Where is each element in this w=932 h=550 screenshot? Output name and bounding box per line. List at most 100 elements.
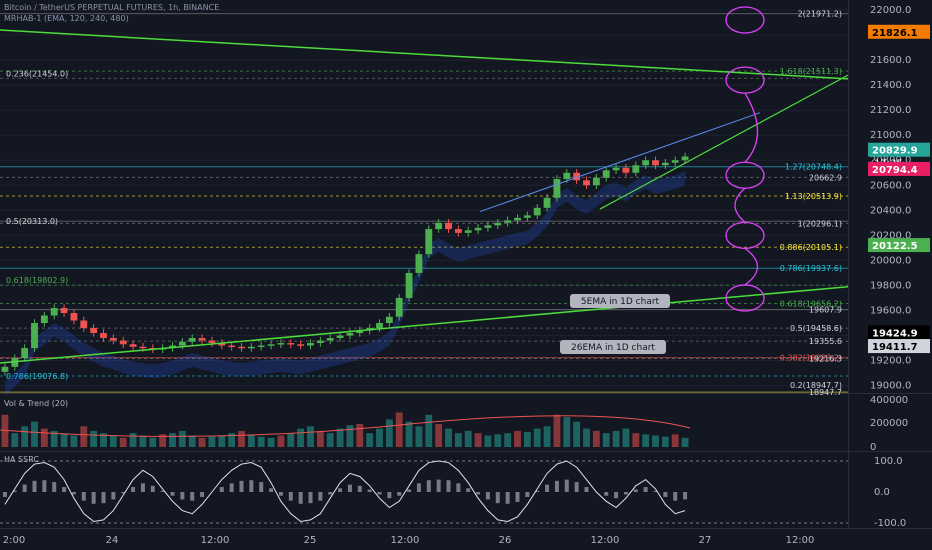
volume-bar xyxy=(533,428,541,447)
price-tick: 19600.0 xyxy=(870,305,911,316)
price-tick: 21000.0 xyxy=(870,130,911,141)
axis-divider xyxy=(848,0,849,528)
candle-body xyxy=(277,343,285,345)
osc-histogram-bar xyxy=(574,482,579,492)
candle-body xyxy=(109,338,117,341)
volume-bar xyxy=(573,421,581,447)
target-ellipse xyxy=(725,284,765,312)
fib-label-right: 19355.6 xyxy=(809,337,842,346)
volume-bar xyxy=(60,433,68,447)
candle-body xyxy=(642,160,650,166)
volume-bar xyxy=(642,434,650,447)
osc-histogram-bar xyxy=(269,488,274,492)
price-tick: 21600.0 xyxy=(870,55,911,66)
osc-histogram-bar xyxy=(663,492,668,497)
osc-histogram-bar xyxy=(308,492,313,504)
volume-bar xyxy=(208,436,216,447)
volume-tick: 200000 xyxy=(870,418,908,429)
time-tick: 12:00 xyxy=(201,535,230,546)
candle-body xyxy=(376,323,383,329)
volume-bar xyxy=(307,426,314,447)
volume-bar xyxy=(454,433,462,447)
candle-body xyxy=(514,217,521,221)
fib-label-right: 19216.3 xyxy=(809,355,842,364)
osc-histogram-bar xyxy=(328,492,333,495)
volume-bar xyxy=(70,435,78,447)
osc-histogram-bar xyxy=(416,483,421,492)
candle-body xyxy=(474,227,482,231)
volume-bar xyxy=(218,435,226,447)
osc-histogram-bar xyxy=(495,492,500,504)
candle-body xyxy=(287,343,295,345)
fib-label-right: 18947.7 xyxy=(809,388,842,397)
osc-histogram-bar xyxy=(604,492,609,496)
fib-label-left: 0.236(21454.0) xyxy=(6,69,68,78)
volume-bar xyxy=(178,430,186,447)
osc-histogram-bar xyxy=(377,492,382,495)
time-tick: 26 xyxy=(499,535,512,546)
candle-body xyxy=(316,340,324,344)
osc-histogram-bar xyxy=(2,492,7,497)
osc-histogram-bar xyxy=(180,492,185,500)
osc-histogram-bar xyxy=(623,492,628,495)
volume-bar xyxy=(504,433,512,447)
trendline-lower xyxy=(0,285,849,364)
volume-bar xyxy=(474,433,482,447)
osc-histogram-bar xyxy=(564,479,569,492)
price-tick: 21400.0 xyxy=(870,80,911,91)
candle-body xyxy=(129,344,137,347)
candle-body xyxy=(139,346,147,349)
osc-histogram-bar xyxy=(505,492,510,504)
fib-label-right: 19607.9 xyxy=(809,305,842,314)
badge-last-price: 20829.9 xyxy=(872,146,918,157)
volume-bar xyxy=(297,428,305,447)
oscillator-tick: 0.0 xyxy=(874,487,890,498)
candle-body xyxy=(90,328,98,334)
candle-body xyxy=(50,307,58,316)
volume-bar xyxy=(149,437,157,447)
osc-histogram-bar xyxy=(190,492,195,501)
volume-bar xyxy=(238,430,245,447)
candle-body xyxy=(80,320,88,329)
fib-label-right: 1(20296.1) xyxy=(798,219,842,228)
annotation-5ema: 5EMA in 1D chart xyxy=(581,297,660,307)
candle-body xyxy=(307,343,314,346)
volume-bar xyxy=(563,417,571,447)
candle-body xyxy=(238,346,245,349)
volume-bar xyxy=(385,419,393,447)
candle-body xyxy=(583,180,590,186)
osc-histogram-bar xyxy=(200,492,205,497)
volume-bar xyxy=(671,434,679,447)
volume-bar xyxy=(543,426,551,447)
volume-bar xyxy=(356,424,364,447)
candle-body xyxy=(1,366,9,372)
osc-histogram-bar xyxy=(91,492,96,504)
candle-body xyxy=(326,338,334,341)
volume-bar xyxy=(514,430,521,447)
volume-bar xyxy=(652,435,659,447)
osc-histogram-bar xyxy=(150,485,155,492)
volume-bar xyxy=(109,435,117,447)
fib-label-right: 20662.9 xyxy=(809,173,842,182)
osc-histogram-bar xyxy=(62,487,67,492)
volume-bar xyxy=(188,435,196,447)
fib-label-right: 1.27(20748.4) xyxy=(785,163,842,172)
volume-bar xyxy=(661,436,669,447)
price-tick: 19200.0 xyxy=(870,356,911,367)
volume-bar xyxy=(40,428,48,447)
volume-bar xyxy=(415,426,423,447)
volume-bar xyxy=(425,414,433,447)
osc-histogram-bar xyxy=(525,492,530,497)
volume-bar xyxy=(553,414,561,447)
candle-body xyxy=(119,340,127,345)
volume-bar xyxy=(632,433,640,447)
chart-canvas: 22000.021800.021600.021400.021200.021000… xyxy=(0,0,932,546)
osc-histogram-bar xyxy=(683,492,688,500)
osc-histogram-bar xyxy=(219,487,224,492)
osc-histogram-bar xyxy=(278,492,283,496)
volume-bar xyxy=(277,435,285,447)
fib-label-right: 0.5(19458.6) xyxy=(790,324,842,333)
candle-body xyxy=(267,344,275,346)
price-tick: 20400.0 xyxy=(870,205,911,216)
candle-body xyxy=(622,167,630,173)
